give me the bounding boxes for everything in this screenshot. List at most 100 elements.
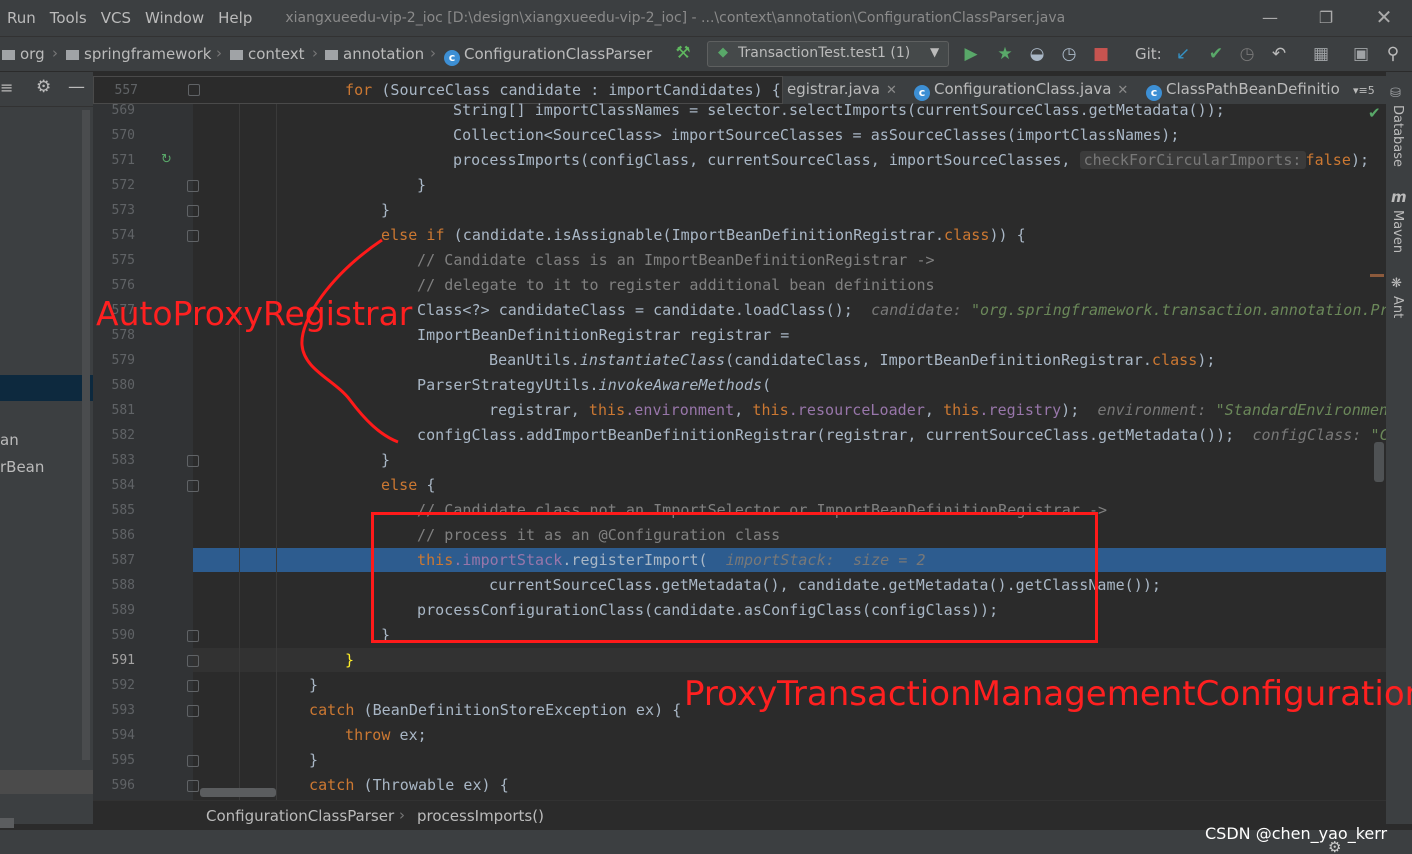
tool-window-maven[interactable]: Maven	[1390, 210, 1405, 253]
gear-icon[interactable]: ⚙	[36, 77, 51, 97]
tool-window-database[interactable]: Database	[1390, 105, 1405, 167]
fold-marker-icon[interactable]	[187, 205, 199, 217]
close-tab-icon[interactable]: ✕	[1117, 83, 1128, 98]
search-icon[interactable]: ⚲	[1382, 44, 1404, 64]
chevron-right-icon: ›	[216, 44, 222, 62]
git-update-icon[interactable]: ↙	[1172, 44, 1194, 64]
inspection-ok-icon[interactable]: ✔	[1368, 104, 1381, 122]
indent-guide	[239, 104, 240, 800]
code-keyword: this	[943, 401, 980, 419]
breadcrumb-method-item[interactable]: processImports()	[417, 807, 544, 825]
menu-run[interactable]: Run	[0, 9, 43, 27]
rollback-icon[interactable]: ↶	[1268, 44, 1290, 64]
menu-vcs[interactable]: VCS	[94, 9, 138, 27]
code-keyword: this	[752, 401, 789, 419]
debug-icon[interactable]: ★	[994, 44, 1016, 64]
fold-marker-icon[interactable]	[187, 230, 199, 242]
run-configuration-select[interactable]: ◆ TransactionTest.test1 (1) ▼	[707, 41, 949, 67]
menu-window[interactable]: Window	[138, 9, 211, 27]
line-number: 575	[111, 253, 135, 268]
code-comment: // delegate to it to register additional…	[417, 276, 935, 294]
breadcrumb-class-item[interactable]: ConfigurationClassParser	[206, 807, 394, 825]
code-text: ,	[734, 401, 753, 419]
project-tree-row[interactable]	[0, 770, 93, 794]
code-field: .resourceLoader	[788, 401, 925, 419]
menu-help[interactable]: Help	[211, 9, 259, 27]
fold-marker-icon[interactable]	[187, 680, 199, 692]
line-number: 572	[111, 178, 135, 193]
project-tree-selected-row[interactable]	[0, 375, 93, 401]
code-text: (	[762, 376, 772, 394]
tab-configuration-class[interactable]: c ConfigurationClass.java ✕	[914, 80, 1128, 101]
ant-icon: ❋	[1391, 276, 1402, 291]
presentation-icon[interactable]: ▣	[1350, 44, 1372, 64]
fold-marker-icon[interactable]	[187, 630, 199, 642]
error-stripe-marker[interactable]	[1370, 274, 1384, 277]
editor-horizontal-scrollbar[interactable]	[200, 788, 276, 797]
folder-icon	[230, 50, 243, 60]
project-tree-item[interactable]: an	[0, 431, 19, 449]
breadcrumb-class[interactable]: c ConfigurationClassParser	[444, 45, 652, 66]
fold-marker-icon[interactable]	[187, 755, 199, 767]
tab-classpath-bean-definition[interactable]: c ClassPathBeanDefinitio	[1146, 80, 1340, 101]
code-line: configClass.addImportBeanDefinitionRegis…	[417, 426, 1398, 444]
fold-marker-icon[interactable]	[187, 455, 199, 467]
code-keyword: false	[1305, 151, 1351, 169]
chevron-right-icon: ›	[312, 44, 318, 62]
fold-marker-icon[interactable]	[187, 480, 199, 492]
menu-tools[interactable]: Tools	[43, 9, 94, 27]
stop-icon[interactable]: ■	[1090, 44, 1112, 64]
breadcrumb-org[interactable]: org	[2, 45, 45, 63]
breadcrumb-label: ConfigurationClassParser	[464, 45, 653, 63]
code-text: processImports(configClass, currentSourc…	[453, 151, 1080, 169]
git-history-icon[interactable]: ◷	[1236, 44, 1258, 64]
coverage-icon[interactable]: ◒	[1026, 44, 1048, 64]
code-text: BeanUtils.	[489, 351, 580, 369]
minimize-icon[interactable]: —	[1260, 8, 1280, 28]
code-keyword: else	[381, 476, 418, 494]
caret-line-highlight	[193, 648, 1386, 672]
fold-marker-icon[interactable]	[187, 655, 199, 667]
annotation-label-proxy-transaction: ProxyTransactionManagementConfiguration	[684, 674, 1412, 714]
code-field: .registry	[979, 401, 1062, 419]
fold-marker-icon[interactable]	[187, 180, 199, 192]
tab-overflow-button[interactable]: ▾≡5	[1353, 84, 1375, 97]
breadcrumb-springframework[interactable]: springframework	[66, 45, 211, 63]
fold-marker-icon[interactable]	[188, 84, 200, 96]
recursive-call-icon[interactable]: ↻	[161, 152, 172, 167]
fold-marker-icon[interactable]	[187, 705, 199, 717]
restore-icon[interactable]: ❐	[1316, 8, 1336, 28]
code-line: }	[309, 751, 319, 769]
fold-marker-icon[interactable]	[187, 780, 199, 792]
line-number: 596	[111, 778, 135, 793]
breadcrumb-annotation[interactable]: annotation	[325, 45, 424, 63]
sticky-scroll-line[interactable]: 557 for (SourceClass candidate : importC…	[93, 76, 783, 104]
project-tree-item[interactable]: rBean	[0, 458, 44, 476]
collapse-all-icon[interactable]: ≡	[0, 78, 13, 97]
maven-icon: m	[1391, 188, 1407, 206]
run-icon[interactable]: ▶	[960, 44, 982, 64]
profile-icon[interactable]: ◷	[1058, 44, 1080, 64]
navigation-bar: org › springframework › context › annota…	[0, 36, 1412, 72]
code-line: catch (Throwable ex) {	[309, 776, 509, 794]
git-commit-icon[interactable]: ✔	[1205, 44, 1227, 64]
tab-registrar[interactable]: egistrar.java ✕	[787, 80, 897, 98]
editor-vertical-scrollbar[interactable]	[1374, 442, 1384, 482]
inline-debug-value: candidate:	[871, 301, 962, 319]
left-panel-scroll-thumb[interactable]	[0, 818, 14, 828]
editor-breadcrumb-bar: ConfigurationClassParser › processImport…	[93, 800, 1386, 830]
project-structure-icon[interactable]: ▦	[1310, 44, 1332, 64]
close-tab-icon[interactable]: ✕	[886, 83, 897, 98]
gear-icon[interactable]: ⚙	[1328, 838, 1341, 854]
folder-icon	[2, 50, 15, 60]
hide-icon[interactable]: —	[68, 77, 85, 97]
code-text: )) {	[989, 226, 1026, 244]
line-number: 588	[111, 578, 135, 593]
tab-overflow-count: 5	[1367, 84, 1375, 97]
project-panel-scrollbar[interactable]	[82, 110, 90, 760]
close-icon[interactable]: ✕	[1374, 5, 1394, 29]
tool-window-ant[interactable]: Ant	[1390, 296, 1405, 318]
hammer-icon[interactable]: ⚒	[672, 43, 694, 63]
breadcrumb-context[interactable]: context	[230, 45, 305, 63]
inline-debug-value: environment:	[1097, 401, 1207, 419]
